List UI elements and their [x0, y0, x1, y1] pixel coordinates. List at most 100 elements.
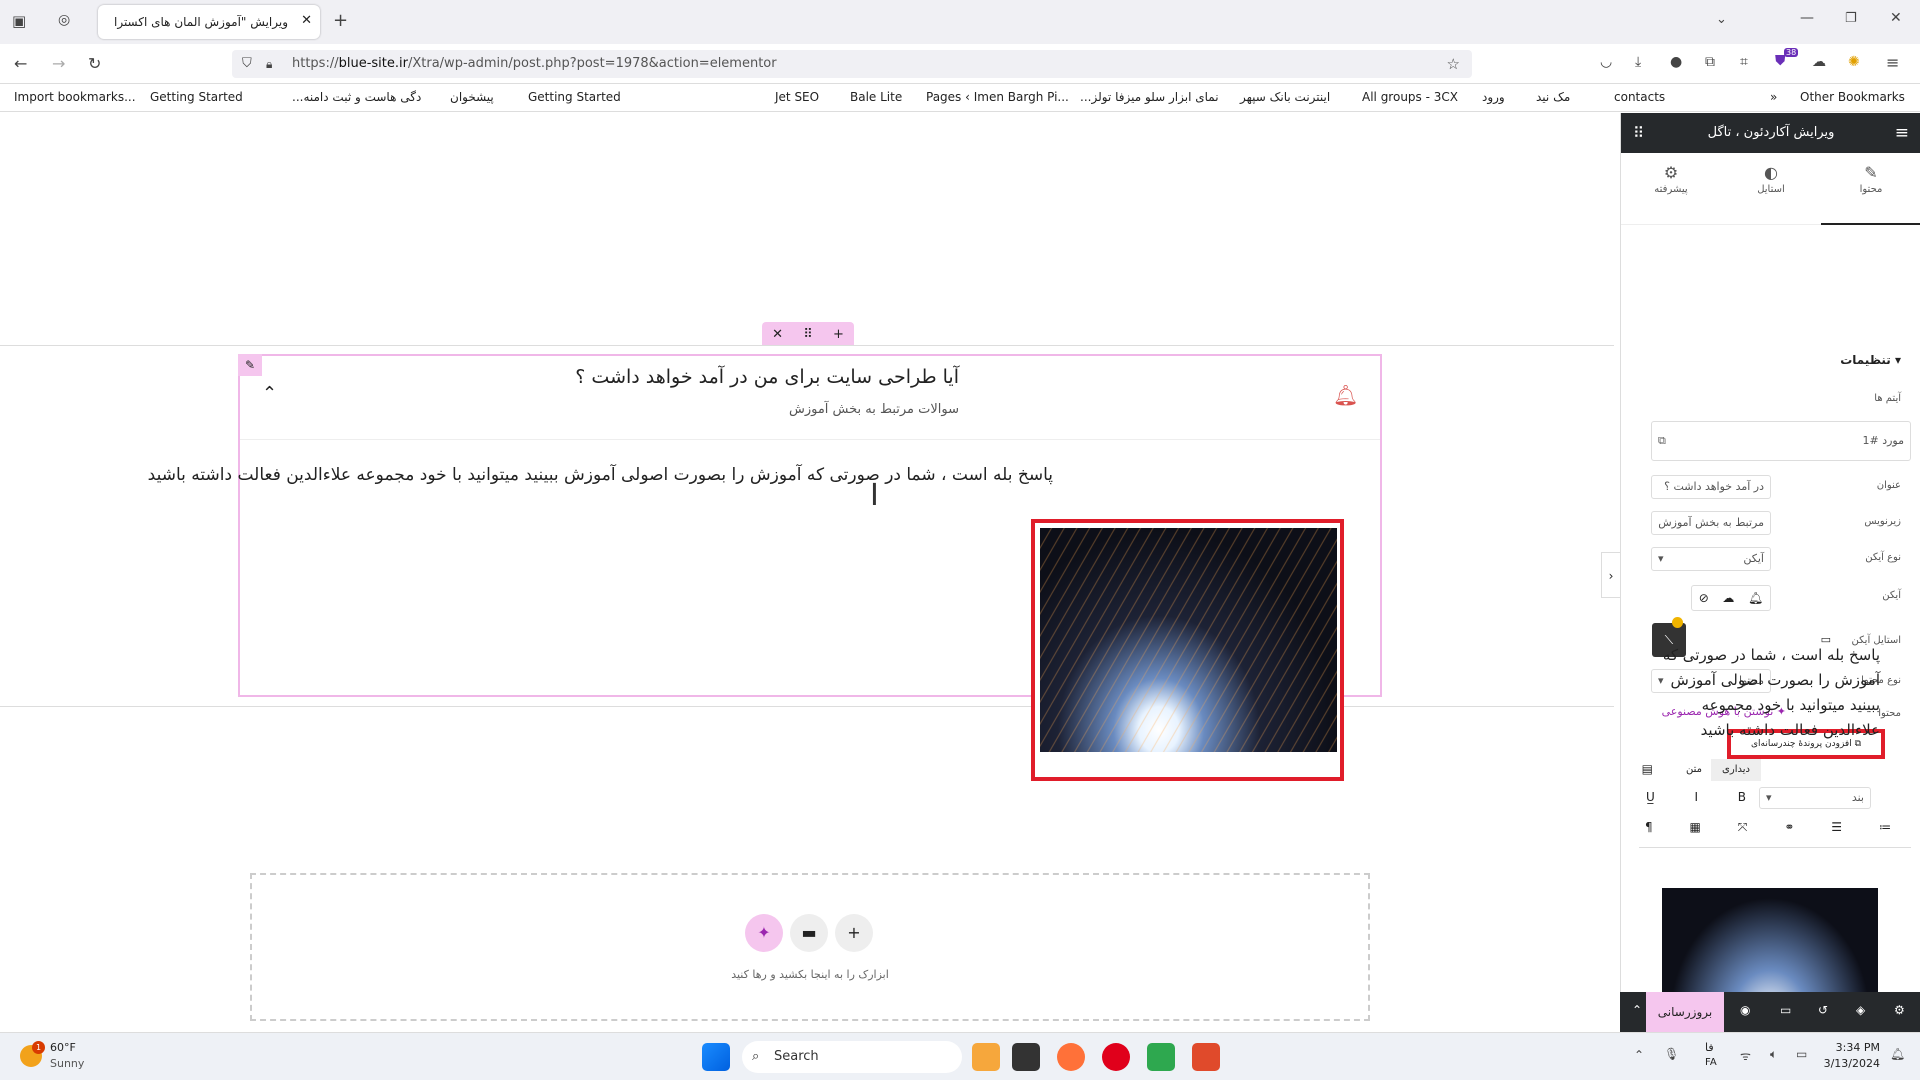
- add-section-icon[interactable]: +: [833, 327, 844, 342]
- tab-visual[interactable]: دیداری: [1711, 759, 1761, 781]
- drag-handle-icon[interactable]: ⠿: [803, 327, 813, 342]
- folder-icon[interactable]: ▬: [790, 914, 828, 952]
- editor-image-thumbnail[interactable]: [1662, 888, 1878, 994]
- downloads-icon[interactable]: ⤓: [1635, 54, 1641, 70]
- preview-eye-icon[interactable]: ◉: [1740, 1003, 1750, 1017]
- file-explorer-icon[interactable]: [1012, 1043, 1040, 1071]
- content-image[interactable]: [1031, 519, 1344, 781]
- bookmark-item[interactable]: Pages ‹ Imen Bargh Pi...: [926, 90, 1069, 104]
- ai-sparkle-icon[interactable]: ✦: [745, 914, 783, 952]
- bookmark-item[interactable]: contacts: [1614, 90, 1665, 104]
- upload-icon[interactable]: ☁: [1722, 591, 1734, 605]
- grid-icon[interactable]: ⠿: [1633, 113, 1644, 153]
- crop-icon[interactable]: ⌗: [1740, 54, 1748, 70]
- italic-icon[interactable]: I: [1695, 790, 1699, 804]
- reload-icon[interactable]: ↻: [88, 54, 101, 73]
- bookmark-item[interactable]: ورود: [1482, 90, 1505, 104]
- bookmark-item[interactable]: ...دگی هاست و ثبت دامنه: [292, 90, 421, 104]
- accordion-title[interactable]: آیا طراحی سایت برای من در آمد خواهد داشت…: [575, 366, 959, 388]
- duplicate-icon[interactable]: ⧉: [1658, 422, 1666, 460]
- responsive-icon[interactable]: ▭: [1780, 1003, 1791, 1017]
- weather-temp[interactable]: 60°F: [50, 1041, 76, 1054]
- bookmark-item[interactable]: All groups - 3CX: [1362, 90, 1458, 104]
- underline-icon[interactable]: U̲: [1646, 790, 1655, 804]
- new-tab-icon[interactable]: +: [333, 10, 348, 31]
- language-top[interactable]: فا: [1705, 1041, 1714, 1054]
- tab-style[interactable]: ◐ استایل: [1721, 163, 1821, 195]
- close-window-icon[interactable]: ✕: [1890, 10, 1902, 26]
- back-icon[interactable]: ←: [14, 54, 27, 73]
- menu-icon[interactable]: ≡: [1886, 53, 1899, 72]
- wifi-icon[interactable]: ᯤ: [1740, 1047, 1751, 1064]
- hamburger-icon[interactable]: ≡: [1895, 113, 1909, 153]
- editor-text[interactable]: پاسخ بله است ، شما در صورتی که آموزش را …: [1660, 643, 1880, 743]
- close-tab-icon[interactable]: ✕: [301, 13, 312, 28]
- repeater-item[interactable]: مورد #1 ⧉: [1651, 421, 1911, 461]
- tab-content[interactable]: ✎ محتوا: [1821, 163, 1920, 225]
- firefox-icon[interactable]: [1057, 1043, 1085, 1071]
- extensions-icon[interactable]: ⧉: [1705, 54, 1715, 70]
- add-widget-icon[interactable]: +: [835, 914, 873, 952]
- collapse-panel-icon[interactable]: ›: [1601, 552, 1621, 598]
- microphone-icon[interactable]: 🎙︎: [1664, 1047, 1679, 1061]
- chevron-up-icon[interactable]: ⌃: [1632, 1003, 1642, 1017]
- account-icon[interactable]: ●: [1670, 54, 1682, 70]
- section-toggle[interactable]: ▾ تنظیمات: [1840, 353, 1901, 367]
- ordered-list-icon[interactable]: ☰: [1831, 820, 1842, 835]
- edit-widget-icon[interactable]: ✎: [238, 354, 262, 376]
- start-icon[interactable]: [702, 1043, 730, 1071]
- tab-list-icon[interactable]: ▣: [12, 12, 26, 30]
- minimize-icon[interactable]: —: [1800, 10, 1814, 26]
- active-tab[interactable]: ویرایش "آموزش المان های اکسترا ✕: [98, 5, 320, 39]
- bookmark-item[interactable]: ...نمای ابزار سلو میزفا تولز: [1080, 90, 1219, 104]
- chevron-more-icon[interactable]: »: [1770, 90, 1777, 104]
- bullet-list-icon[interactable]: ≔: [1879, 820, 1891, 835]
- bookmark-item[interactable]: پیشخوان: [450, 90, 494, 104]
- none-icon[interactable]: ⊘: [1699, 591, 1709, 605]
- chevron-up-icon[interactable]: ⌃: [1634, 1048, 1644, 1062]
- tab-advanced[interactable]: ⚙ پیشرفته: [1621, 163, 1721, 195]
- bookmark-item[interactable]: Jet SEO: [775, 90, 819, 104]
- format-select[interactable]: بند ▾: [1759, 787, 1871, 809]
- bookmark-item[interactable]: Getting Started: [528, 90, 621, 104]
- subtitle-input[interactable]: مرتبط به بخش آموزش: [1651, 511, 1771, 535]
- shield-icon[interactable]: ⛉: [242, 50, 252, 78]
- paragraph-direction-icon[interactable]: ¶: [1645, 820, 1653, 835]
- bookmark-item[interactable]: Bale Lite: [850, 90, 902, 104]
- copilot-icon[interactable]: [972, 1043, 1000, 1071]
- document-icon[interactable]: ▤: [1642, 762, 1653, 776]
- bookmark-item[interactable]: Import bookmarks...: [14, 90, 136, 104]
- bookmark-item[interactable]: Other Bookmarks: [1800, 90, 1905, 104]
- taskbar-search[interactable]: ⌕ Search: [742, 1041, 962, 1073]
- battery-icon[interactable]: ▭: [1796, 1047, 1807, 1061]
- title-input[interactable]: در آمد خواهد داشت ؟: [1651, 475, 1771, 499]
- history-icon[interactable]: ↺: [1818, 1003, 1828, 1017]
- cloud-icon[interactable]: ☁: [1812, 54, 1826, 70]
- clock-time[interactable]: 3:34 PM: [1828, 1041, 1880, 1054]
- chevron-up-icon[interactable]: ⌃: [262, 383, 277, 404]
- bookmark-item[interactable]: Getting Started: [150, 90, 243, 104]
- fullscreen-icon[interactable]: ⤧: [1738, 820, 1748, 835]
- opera-icon[interactable]: [1102, 1043, 1130, 1071]
- volume-icon[interactable]: 🔈︎: [1770, 1047, 1777, 1062]
- icon-type-select[interactable]: آیکن ▾: [1651, 547, 1771, 571]
- forward-icon[interactable]: →: [52, 54, 65, 73]
- bookmark-star-icon[interactable]: ☆: [1447, 50, 1460, 78]
- bold-icon[interactable]: B: [1738, 790, 1746, 804]
- camtasia-icon[interactable]: [1147, 1043, 1175, 1071]
- lock-icon[interactable]: 🔒︎: [266, 50, 272, 78]
- settings-icon[interactable]: ⚙: [1894, 1003, 1905, 1017]
- tab-text[interactable]: متن: [1677, 759, 1711, 781]
- bookmark-item[interactable]: اینترنت بانک سپهر: [1240, 90, 1330, 104]
- delete-section-icon[interactable]: ✕: [772, 327, 783, 342]
- restore-icon[interactable]: ❐: [1845, 11, 1857, 26]
- notifications-icon[interactable]: 🔔︎: [1890, 1047, 1905, 1061]
- pinned-tab-icon[interactable]: ◎: [58, 12, 70, 28]
- pocket-icon[interactable]: ◡: [1600, 54, 1612, 70]
- url-bar[interactable]: ⛉ 🔒︎ https://blue-site.ir/Xtra/wp-admin/…: [232, 50, 1472, 78]
- bell-icon[interactable]: 🔔︎: [1748, 591, 1763, 605]
- layers-icon[interactable]: ◈: [1856, 1003, 1865, 1017]
- icon-picker[interactable]: 🔔︎ ☁ ⊘: [1691, 585, 1771, 611]
- recorder-icon[interactable]: [1192, 1043, 1220, 1071]
- update-button[interactable]: بروزرسانی: [1646, 992, 1724, 1032]
